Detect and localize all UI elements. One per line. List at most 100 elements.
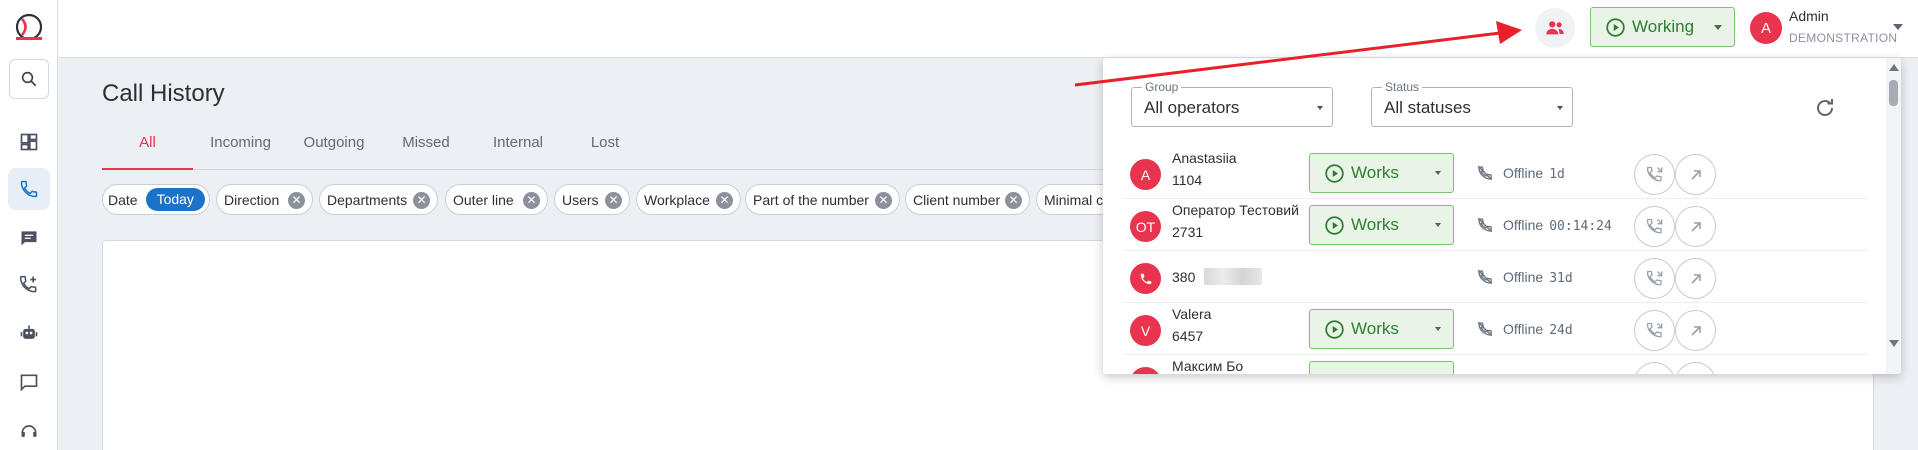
operator-presence: Offline 1d — [1503, 165, 1565, 182]
arrow-up-right-icon — [1690, 169, 1701, 180]
send-button[interactable] — [1675, 206, 1716, 247]
phone-transfer-icon — [1646, 218, 1662, 233]
operator-status-button[interactable] — [1309, 361, 1454, 374]
filter-label: Part of the number — [753, 191, 869, 208]
tab-incoming[interactable]: Incoming — [193, 130, 288, 170]
operator-avatar — [1130, 367, 1161, 374]
operator-presence: Offline 24d — [1503, 321, 1573, 338]
sidebar-item-bot[interactable] — [8, 312, 50, 354]
scroll-down-icon[interactable] — [1889, 340, 1899, 347]
operators-panel-button[interactable] — [1535, 8, 1575, 48]
presence-duration: 31d — [1549, 271, 1573, 286]
send-button[interactable] — [1675, 310, 1716, 351]
sidebar-item-chat[interactable] — [8, 217, 50, 259]
filter-outer-line[interactable]: Outer line ✕ — [445, 184, 548, 215]
user-name[interactable]: Admin — [1789, 8, 1829, 24]
chevron-down-icon — [1714, 25, 1722, 30]
operator-status-button[interactable]: Works — [1309, 309, 1454, 349]
presence-label: Offline — [1503, 217, 1544, 233]
filter-date[interactable]: Date Today — [102, 184, 210, 215]
chevron-down-icon — [1557, 106, 1563, 110]
headset-icon — [21, 425, 37, 437]
tab-all[interactable]: All — [102, 130, 193, 170]
refresh-icon[interactable] — [1813, 96, 1837, 120]
close-icon[interactable]: ✕ — [288, 192, 305, 209]
chevron-down-icon — [1435, 327, 1441, 331]
tab-outgoing[interactable]: Outgoing — [288, 130, 380, 170]
operator-status-button[interactable]: Works — [1309, 153, 1454, 193]
filter-departments[interactable]: Departments ✕ — [319, 184, 438, 215]
scroll-thumb[interactable] — [1889, 80, 1898, 106]
chevron-down-icon[interactable] — [1893, 24, 1903, 30]
filter-users[interactable]: Users ✕ — [554, 184, 630, 215]
close-icon[interactable]: ✕ — [1005, 192, 1022, 209]
filter-client-number[interactable]: Client number ✕ — [905, 184, 1030, 215]
chevron-down-icon — [1317, 106, 1323, 110]
close-icon[interactable]: ✕ — [605, 192, 622, 209]
tab-internal[interactable]: Internal — [472, 130, 564, 170]
group-select-value: All operators — [1144, 98, 1240, 117]
panel-scrollbar[interactable] — [1886, 58, 1901, 374]
operator-row: A Anastasiia 1104 Works Offline 1d — [1123, 147, 1868, 199]
arrow-up-right-icon — [1690, 325, 1701, 336]
play-circle-icon — [1606, 17, 1625, 37]
sidebar-item-calls[interactable] — [8, 168, 50, 210]
filter-workplace[interactable]: Workplace ✕ — [636, 184, 741, 215]
robot-icon — [20, 325, 38, 339]
sidebar-item-dashboard[interactable] — [8, 121, 50, 163]
send-button[interactable] — [1675, 362, 1716, 374]
call-transfer-button[interactable] — [1634, 310, 1675, 351]
filter-part-of-number[interactable]: Part of the number ✕ — [745, 184, 900, 215]
operator-row: V Valera 6457 Works Offline 24d — [1123, 303, 1868, 355]
sidebar-item-add-call[interactable] — [8, 264, 50, 306]
operator-presence: Offline 00:14:24 — [1503, 217, 1612, 234]
chevron-down-icon — [1435, 223, 1441, 227]
play-circle-icon — [1325, 163, 1344, 183]
close-icon[interactable]: ✕ — [413, 192, 430, 209]
operators-panel: Group All operators Status All statuses … — [1103, 58, 1901, 374]
presence-duration: 1d — [1549, 167, 1565, 182]
group-select[interactable]: Group All operators — [1131, 80, 1333, 127]
play-circle-icon — [1325, 319, 1344, 339]
send-button[interactable] — [1675, 154, 1716, 195]
chevron-down-icon — [1435, 171, 1441, 175]
close-icon[interactable]: ✕ — [875, 192, 892, 209]
operator-row: 380 Offline 31d — [1123, 251, 1868, 303]
sidebar-item-support[interactable] — [8, 410, 50, 450]
phone-icon — [1140, 273, 1151, 284]
group-select-label: Group — [1142, 80, 1182, 94]
filter-date-value[interactable]: Today — [145, 188, 205, 211]
presence-duration: 24d — [1549, 323, 1573, 338]
operator-avatar — [1130, 263, 1161, 294]
presence-label: Offline — [1503, 321, 1544, 337]
operator-extension: 2731 — [1172, 224, 1204, 240]
operator-status-button[interactable]: Works — [1309, 205, 1454, 245]
scroll-up-icon[interactable] — [1889, 64, 1899, 71]
play-circle-icon — [1325, 215, 1344, 235]
user-organization: DEMONSTRATION — [1789, 31, 1898, 45]
phone-off-icon — [1477, 321, 1493, 337]
send-button[interactable] — [1675, 258, 1716, 299]
status-select[interactable]: Status All statuses — [1371, 80, 1573, 127]
call-transfer-button[interactable] — [1634, 154, 1675, 195]
call-transfer-button[interactable] — [1634, 258, 1675, 299]
working-status-button[interactable]: Working — [1590, 7, 1735, 47]
filter-direction[interactable]: Direction ✕ — [216, 184, 313, 215]
phone-transfer-icon — [1646, 166, 1662, 181]
operator-status-label: Works — [1351, 163, 1399, 182]
call-transfer-button[interactable] — [1634, 362, 1675, 374]
search-button[interactable] — [9, 59, 49, 99]
status-select-label: Status — [1382, 80, 1423, 94]
sidebar-item-messages[interactable] — [8, 361, 50, 403]
close-icon[interactable]: ✕ — [716, 192, 733, 209]
call-type-tabs: All Incoming Outgoing Missed Internal Lo… — [102, 130, 1122, 170]
call-transfer-button[interactable] — [1634, 206, 1675, 247]
app-logo[interactable] — [13, 13, 45, 41]
user-avatar[interactable]: A — [1750, 12, 1782, 44]
search-icon — [21, 71, 37, 87]
status-select-value: All statuses — [1384, 98, 1471, 117]
close-icon[interactable]: ✕ — [523, 192, 540, 209]
filter-label: Departments — [327, 191, 408, 208]
tab-lost[interactable]: Lost — [564, 130, 646, 170]
tab-missed[interactable]: Missed — [380, 130, 472, 170]
